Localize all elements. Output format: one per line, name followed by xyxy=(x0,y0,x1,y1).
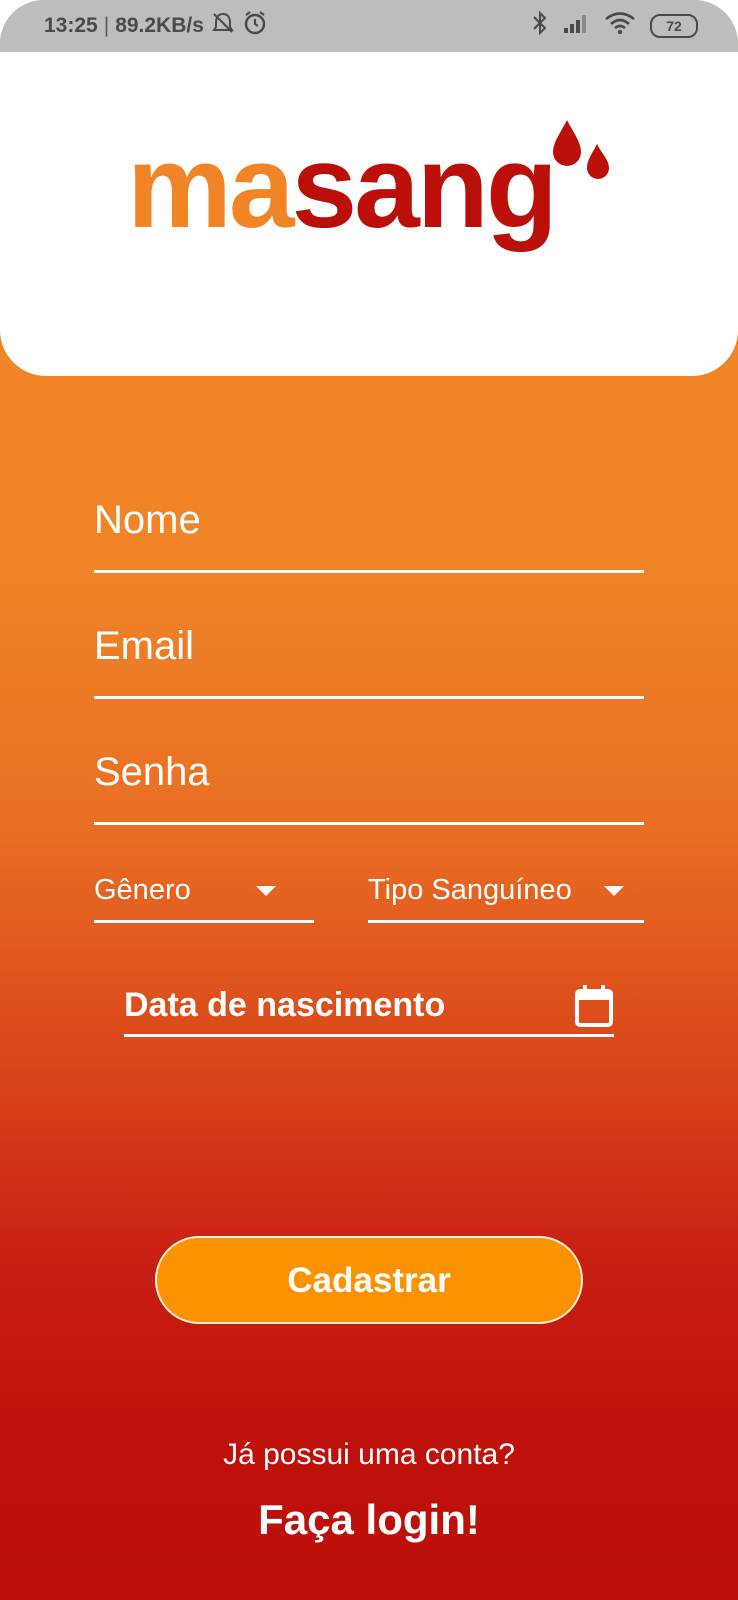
alarm-icon xyxy=(242,10,268,42)
app-screen: 13:25 | 89.2KB/s 72 masang Nome Email Se… xyxy=(0,0,738,1600)
bluetooth-icon xyxy=(532,10,548,42)
logo-ma: ma xyxy=(127,121,295,253)
birth-date-label: Data de nascimento xyxy=(124,986,446,1024)
password-field[interactable]: Senha xyxy=(94,738,644,825)
blood-type-dropdown[interactable]: Tipo Sanguíneo xyxy=(368,860,644,923)
blood-type-dropdown-label: Tipo Sanguíneo xyxy=(368,874,572,906)
password-input-placeholder: Senha xyxy=(94,750,210,794)
logo-sang: sang xyxy=(291,121,558,253)
name-field[interactable]: Nome xyxy=(94,486,644,573)
masang-logo: masang xyxy=(127,112,617,272)
email-field[interactable]: Email xyxy=(94,612,644,699)
status-bar: 13:25 | 89.2KB/s 72 xyxy=(0,0,738,52)
battery-icon: 72 xyxy=(650,14,698,38)
status-time: 13:25 xyxy=(44,14,98,37)
register-button[interactable]: Cadastrar xyxy=(155,1236,583,1324)
status-right: 72 xyxy=(532,0,698,52)
network-speed: 89.2KB/s xyxy=(115,14,204,37)
chevron-down-icon xyxy=(604,886,624,896)
gender-dropdown[interactable]: Gênero xyxy=(94,860,314,923)
email-input-placeholder: Email xyxy=(94,624,195,668)
wifi-icon xyxy=(604,11,636,41)
chevron-down-icon xyxy=(256,886,276,896)
status-left: 13:25 | 89.2KB/s xyxy=(44,0,268,52)
notifications-off-icon xyxy=(210,10,236,42)
gender-dropdown-label: Gênero xyxy=(94,874,191,906)
login-question: Já possui uma conta? xyxy=(223,1438,515,1471)
calendar-icon[interactable] xyxy=(574,984,614,1028)
signal-icon xyxy=(562,12,590,40)
birth-date-field[interactable]: Data de nascimento xyxy=(124,972,614,1037)
name-input-placeholder: Nome xyxy=(94,498,201,542)
login-link[interactable]: Faça login! xyxy=(0,1496,738,1544)
blood-drops-icon xyxy=(553,120,609,179)
logo-wordmark: masang xyxy=(127,112,558,262)
status-separator: | xyxy=(103,14,110,37)
